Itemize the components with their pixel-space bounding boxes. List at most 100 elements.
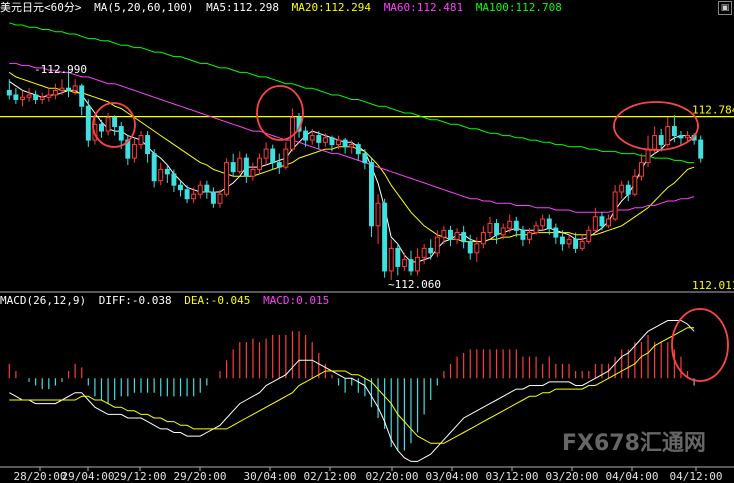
candle-body	[480, 232, 486, 245]
macd-label: MACD:0.015	[263, 294, 330, 307]
candle-body	[79, 85, 85, 107]
candle-body	[421, 247, 427, 258]
candle-body	[112, 117, 118, 128]
y-axis-bottom-label: 112.011	[692, 279, 734, 292]
candle-body	[99, 123, 104, 132]
candle-body	[415, 256, 421, 272]
candle-body	[237, 157, 243, 173]
x-tick-label: 03/20:00	[546, 470, 599, 483]
candle-body	[665, 126, 671, 146]
candle-body	[164, 168, 170, 175]
candle-body	[250, 168, 256, 177]
candle-body	[494, 223, 500, 236]
dea-label: DEA:-0.045	[184, 294, 251, 307]
candle-body	[289, 117, 295, 150]
candle-body	[388, 247, 394, 272]
candle-body	[33, 94, 39, 100]
candle-body	[698, 139, 704, 159]
candle-body	[151, 153, 157, 182]
candle-body	[645, 148, 651, 164]
candle-body	[619, 184, 625, 193]
x-tick-label: 02/12:00	[304, 470, 357, 483]
candle-body	[46, 94, 52, 98]
macd-panel-header: MACD(26,12,9) DIFF:-0.038 DEA:-0.045 MAC…	[0, 294, 335, 308]
candle-body	[158, 168, 164, 182]
candle-body	[632, 175, 638, 195]
candle-body	[573, 238, 579, 249]
x-tick-label: 03/12:00	[486, 470, 539, 483]
candle-body	[599, 216, 605, 227]
restore-window-button[interactable]: ▣	[718, 1, 732, 15]
period-label[interactable]: <60分>	[44, 1, 82, 14]
candle-body	[283, 148, 289, 168]
candle-body	[546, 218, 552, 229]
candle-body	[171, 173, 177, 186]
candle-body	[375, 202, 381, 227]
candle-body	[6, 89, 12, 96]
candle-body	[448, 229, 453, 240]
candle-body	[303, 130, 309, 141]
candle-body	[625, 184, 631, 195]
candle-body	[592, 216, 598, 231]
candle-body	[461, 232, 467, 243]
candle-body	[72, 85, 78, 91]
candle-body	[487, 223, 493, 234]
x-tick-label: 02/20:00	[366, 470, 419, 483]
symbol-label[interactable]: 美元日元	[0, 1, 44, 14]
candle-body	[336, 139, 342, 146]
low-marker-label: ~112.060	[388, 278, 441, 291]
diff-label: DIFF:-0.038	[98, 294, 172, 307]
candle-body	[441, 229, 447, 238]
candle-body	[217, 193, 223, 204]
chart-canvas: -112.990~112.060112.784112.01128/20:0029…	[0, 0, 734, 483]
candle-body	[138, 135, 144, 146]
candle-body	[401, 259, 407, 267]
high-marker-label: -112.990	[34, 63, 87, 76]
candle-body	[533, 225, 539, 234]
candle-body	[513, 220, 519, 231]
candle-body	[500, 227, 506, 236]
candle-body	[13, 94, 19, 100]
candle-body	[540, 218, 546, 227]
candle-body	[579, 241, 585, 249]
candle-body	[349, 144, 355, 148]
watermark-text: FX678汇通网	[562, 431, 706, 456]
candle-body	[586, 229, 592, 243]
ma100-label: MA100:112.708	[475, 1, 562, 14]
candle-body	[362, 153, 368, 164]
x-tick-label: 04/04:00	[606, 470, 659, 483]
candle-body	[270, 148, 276, 164]
candle-body	[19, 96, 25, 100]
candle-body	[210, 191, 216, 204]
candle-body	[105, 117, 111, 132]
candle-body	[184, 189, 190, 200]
candle-body	[408, 259, 414, 272]
candle-body	[39, 96, 45, 100]
candle-body	[566, 238, 572, 245]
candle-body	[224, 162, 230, 195]
candle-body	[520, 229, 526, 240]
x-tick-label: 29/04:00	[62, 470, 115, 483]
x-tick-label: 04/12:00	[670, 470, 723, 483]
x-tick-label: 03/04:00	[426, 470, 479, 483]
candle-body	[678, 135, 684, 139]
x-tick-label: 28/20:00	[14, 470, 67, 483]
macd-params-label: MACD(26,12,9)	[0, 294, 87, 307]
candle-body	[454, 232, 460, 240]
candle-body	[145, 135, 151, 155]
candle-body	[191, 193, 197, 200]
candle-body	[26, 94, 32, 98]
candle-body	[395, 247, 401, 267]
x-tick-label: 29/12:00	[114, 470, 167, 483]
candle-body	[638, 162, 644, 177]
candle-body	[553, 227, 559, 238]
x-tick-label: 29/20:00	[174, 470, 227, 483]
candle-body	[355, 144, 361, 155]
candle-body	[474, 243, 480, 254]
candle-body	[507, 220, 513, 229]
candle-body	[52, 89, 58, 96]
candle-body	[368, 162, 374, 227]
candle-body	[131, 144, 137, 159]
candle-body	[85, 105, 91, 141]
candle-body	[467, 241, 473, 254]
